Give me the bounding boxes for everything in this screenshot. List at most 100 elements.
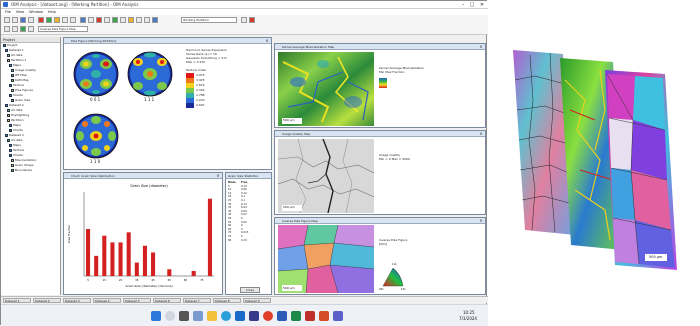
store-icon[interactable] bbox=[249, 311, 259, 321]
dataset-tab[interactable]: Dataset 9 bbox=[243, 298, 271, 303]
x-tick-label: 55 bbox=[168, 278, 172, 282]
tree-node-icon bbox=[7, 59, 10, 62]
dataset-tab[interactable]: Dataset 2 bbox=[33, 298, 61, 303]
stacked-maps-image bbox=[513, 50, 677, 270]
image-quality-map-panel[interactable]: Image Quality Map × 500 μm Image Quality… bbox=[274, 130, 486, 215]
explorer-icon[interactable] bbox=[207, 311, 217, 321]
word-icon[interactable] bbox=[277, 311, 287, 321]
select-icon[interactable] bbox=[88, 17, 94, 23]
panel-close-button[interactable]: × bbox=[478, 44, 484, 50]
start-icon[interactable] bbox=[151, 311, 161, 321]
redo-icon[interactable] bbox=[12, 26, 18, 32]
kam-map-title: Kernel Average Misorientation Map bbox=[275, 44, 485, 50]
dataset-tab[interactable]: Dataset 8 bbox=[213, 298, 241, 303]
maximize-button[interactable]: □ bbox=[468, 2, 476, 8]
refresh-icon[interactable] bbox=[241, 17, 247, 23]
panel-close-button[interactable]: × bbox=[215, 173, 221, 179]
tree-node-icon bbox=[5, 104, 8, 107]
dataset-tab[interactable]: Dataset 3 bbox=[63, 298, 91, 303]
minimize-button[interactable]: – bbox=[459, 2, 467, 8]
powerpoint-icon[interactable] bbox=[319, 311, 329, 321]
stop-icon[interactable] bbox=[249, 17, 255, 23]
settings-icon[interactable] bbox=[144, 17, 150, 23]
project-tree-items: Project Dataset 1 All data Partition 1 Maps I… bbox=[1, 43, 60, 173]
map-icon[interactable] bbox=[38, 17, 44, 23]
print-icon[interactable] bbox=[28, 17, 34, 23]
ipf-map-info: Inverse Pole Figure [001] bbox=[379, 238, 407, 246]
ipf-map-panel[interactable]: Inverse Pole Figure Map × 500 μm Inverse… bbox=[274, 217, 486, 295]
pole-figure-110 bbox=[73, 113, 119, 159]
ipf-map-image bbox=[278, 225, 374, 293]
teams-icon[interactable] bbox=[333, 311, 343, 321]
close-button[interactable]: ✕ bbox=[478, 2, 486, 8]
new-icon[interactable] bbox=[4, 17, 10, 23]
oim-app-icon[interactable] bbox=[305, 311, 315, 321]
table-close-button[interactable]: Close bbox=[240, 287, 260, 293]
grain-icon[interactable] bbox=[112, 17, 118, 23]
chart-icon[interactable] bbox=[46, 17, 52, 23]
excel-icon[interactable] bbox=[291, 311, 301, 321]
zoom-in-icon[interactable] bbox=[62, 17, 68, 23]
panel-close-button[interactable]: × bbox=[264, 38, 270, 44]
dataset-tab[interactable]: Dataset 7 bbox=[183, 298, 211, 303]
boundary-icon[interactable] bbox=[120, 17, 126, 23]
panel-close-button[interactable]: × bbox=[478, 218, 484, 224]
widgets-icon[interactable] bbox=[193, 311, 203, 321]
texture-icon[interactable] bbox=[54, 17, 60, 23]
highlight-icon[interactable] bbox=[96, 17, 102, 23]
application-window: OIM Analysis - [dataset.ang] - [Working … bbox=[0, 0, 488, 326]
pole-figure-panel[interactable]: Pole Figure [Working Partition] × 0 0 1 … bbox=[63, 37, 272, 170]
grain-size-table: Diam. Frac. 5 0.14 10 0.06 15 0.12 20 0.1 25 0.1 30 0… bbox=[228, 181, 254, 242]
grain-size-chart-panel[interactable]: Chart: Grain Size Distribution × Grain S… bbox=[63, 172, 223, 295]
chart-bar bbox=[151, 252, 156, 276]
stack-layer-ipf-front bbox=[605, 70, 677, 270]
dataset-tab[interactable]: Dataset 4 bbox=[93, 298, 121, 303]
tree-node-icon bbox=[9, 84, 12, 87]
texture-legend-values: 3.970 3.425 2.879 2.334 1.788 1.243 0.69… bbox=[196, 73, 205, 108]
tree-node-icon bbox=[7, 114, 10, 117]
pole-figure-label-111: 1 1 1 bbox=[144, 97, 155, 102]
open-icon[interactable] bbox=[12, 17, 18, 23]
search-icon[interactable] bbox=[165, 311, 175, 321]
panel-close-button[interactable]: × bbox=[478, 131, 484, 137]
save-icon[interactable] bbox=[20, 17, 26, 23]
kam-map-panel[interactable]: Kernel Average Misorientation Map × 500 … bbox=[274, 43, 486, 128]
layers-icon[interactable] bbox=[20, 26, 26, 32]
tree-node-icon bbox=[9, 149, 12, 152]
phase-icon[interactable] bbox=[128, 17, 134, 23]
window-title: OIM Analysis - [dataset.ang] - [Working … bbox=[11, 2, 139, 7]
tree-node-icon bbox=[3, 44, 6, 47]
pole-figure-001 bbox=[73, 51, 119, 97]
zoom-out-icon[interactable] bbox=[70, 17, 76, 23]
grain-size-table-panel[interactable]: Grain Size Statistics Diam. Frac. 5 0.14 10 0… bbox=[225, 172, 272, 295]
legend-icon[interactable] bbox=[28, 26, 34, 32]
dataset-tab[interactable]: Dataset 6 bbox=[153, 298, 181, 303]
pole-figure-plot bbox=[73, 51, 173, 159]
crop-icon[interactable] bbox=[104, 17, 110, 23]
tree-node-icon bbox=[11, 89, 14, 92]
table-cell: 0.23 bbox=[241, 238, 247, 242]
export-icon[interactable] bbox=[136, 17, 142, 23]
undo-icon[interactable] bbox=[4, 26, 10, 32]
taskview-icon[interactable] bbox=[179, 311, 189, 321]
tree-node-icon bbox=[11, 69, 14, 72]
browser-icon[interactable] bbox=[221, 311, 231, 321]
chart-bar bbox=[191, 270, 196, 276]
iq-map-image bbox=[278, 139, 374, 213]
tree-item[interactable]: Boundaries bbox=[1, 168, 60, 173]
dataset-tab[interactable]: Dataset 1 bbox=[3, 298, 31, 303]
partition-combo[interactable]: Working Partition bbox=[181, 17, 237, 23]
kam-map-info: Kernel Average Misorientation Min Max Fr… bbox=[379, 66, 424, 74]
iq-map-title: Image Quality Map bbox=[275, 131, 485, 137]
chrome-icon[interactable] bbox=[263, 311, 273, 321]
mail-icon[interactable] bbox=[235, 311, 245, 321]
pole-figure-111 bbox=[127, 51, 173, 97]
x-tick-label: 25 bbox=[119, 278, 123, 282]
help-icon[interactable] bbox=[152, 17, 158, 23]
chart-panel-title: Chart: Grain Size Distribution bbox=[64, 173, 222, 179]
x-axis-label: Grain Size (diameter) (microns) bbox=[125, 284, 172, 288]
grid-icon[interactable] bbox=[80, 17, 86, 23]
map-type-combo[interactable]: Inverse Pole Figure Map bbox=[38, 26, 88, 32]
dataset-tab[interactable]: Dataset 5 bbox=[123, 298, 151, 303]
kam-map-image bbox=[278, 52, 374, 126]
